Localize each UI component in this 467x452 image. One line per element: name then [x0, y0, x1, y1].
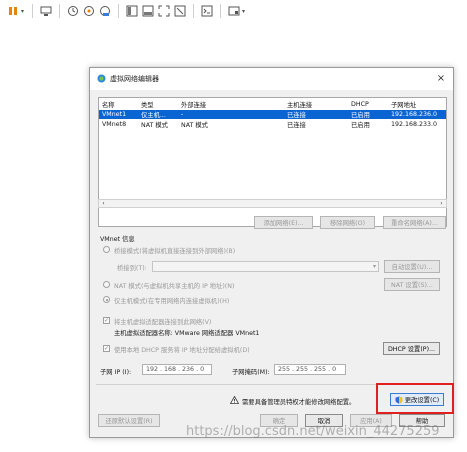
host-only-mode-radio[interactable]: [103, 296, 110, 303]
host-adapter-name: 主机虚拟适配器名称: VMware 网络适配器 VMnet1: [114, 330, 260, 337]
column-header-subnet[interactable]: 子网地址: [391, 100, 416, 109]
auto-settings-button[interactable]: 自动设置(U)...: [384, 260, 440, 273]
snapshot-restore-icon[interactable]: [82, 4, 96, 18]
cell-subnet: 192.168.236.0: [391, 111, 438, 118]
terminal-icon[interactable]: [200, 4, 214, 18]
chevron-down-icon: ▾: [372, 263, 376, 270]
close-icon[interactable]: ×: [435, 72, 447, 84]
remove-network-button[interactable]: 移除网络(O): [320, 216, 375, 229]
cell-type: NAT 模式: [141, 122, 168, 129]
rename-network-button[interactable]: 重命名网络(A)...: [383, 216, 446, 229]
bridged-mode-label: 桥接模式(将虚拟机直接连接到外部网络)(B): [114, 248, 236, 255]
cell-subnet: 192.168.233.0: [391, 121, 438, 128]
table-horizontal-scrollbar[interactable]: ‹ ›: [98, 199, 447, 208]
cell-dhcp: 已启用: [351, 122, 370, 129]
stretch-icon[interactable]: [173, 4, 187, 18]
warning-icon: [229, 395, 240, 406]
nat-settings-button[interactable]: NAT 设置(S)...: [384, 278, 440, 291]
scroll-right-icon[interactable]: ›: [437, 200, 446, 207]
column-header-dhcp[interactable]: DHCP: [351, 101, 369, 108]
cell-name: VMnet8: [102, 121, 127, 128]
host-adapter-label: 将主机虚拟适配器连接到此网络(V): [114, 319, 212, 326]
full-screen-icon[interactable]: [125, 4, 139, 18]
pause-menu-caret-icon[interactable]: ▾: [21, 8, 24, 15]
cell-host: 已连接: [287, 112, 306, 119]
bridged-to-select[interactable]: ▾: [152, 261, 379, 272]
cell-host: 已连接: [287, 122, 306, 129]
red-highlight-box: [376, 383, 454, 414]
vmware-app-icon: [97, 74, 106, 85]
column-header-type[interactable]: 类型: [141, 100, 154, 109]
table-row[interactable]: VMnet1 仅主机... - 已连接 已启用 192.168.236.0: [99, 110, 446, 119]
dhcp-label: 使用本地 DHCP 服务将 IP 地址分配给虚拟机(D): [114, 347, 250, 354]
column-header-name[interactable]: 名称: [102, 100, 115, 109]
restore-defaults-button[interactable]: 还原默认设置(R): [98, 414, 160, 427]
vm-toolbar: ▾ ▾: [0, 0, 467, 22]
toolbar-separator: [59, 4, 61, 18]
nat-mode-radio[interactable]: [103, 281, 110, 288]
dialog-titlebar: 虚拟网络编辑器 ×: [90, 68, 453, 90]
table-row[interactable]: VMnet8 NAT 模式 NAT 模式 已连接 已启用 192.168.233…: [99, 120, 446, 129]
subnet-mask-input[interactable]: 255 . 255 . 255 . 0: [274, 364, 346, 375]
view-menu-caret-icon[interactable]: ▾: [242, 8, 245, 15]
cell-external: NAT 模式: [181, 122, 208, 129]
snapshot-icon[interactable]: [66, 4, 80, 18]
snapshot-manager-icon[interactable]: [98, 4, 112, 18]
unity-icon[interactable]: [157, 4, 171, 18]
cell-external: -: [181, 111, 184, 118]
cell-type: 仅主机...: [141, 112, 166, 119]
vmnet-info-label: VMnet 信息: [100, 236, 135, 243]
subnet-ip-input[interactable]: 192 . 168 . 236 . 0: [142, 364, 212, 375]
console-view-icon[interactable]: [141, 4, 155, 18]
toolbar-separator: [193, 4, 195, 18]
host-adapter-checkbox[interactable]: ✓: [103, 317, 110, 324]
bridged-to-label: 桥接到(T):: [117, 265, 147, 272]
dhcp-checkbox[interactable]: ✓: [103, 345, 110, 352]
dhcp-settings-button[interactable]: DHCP 设置(P)...: [383, 342, 440, 355]
cell-name: VMnet1: [102, 111, 127, 118]
toolbar-separator: [32, 4, 34, 18]
send-keys-icon[interactable]: [39, 4, 53, 18]
column-header-external[interactable]: 外部连接: [181, 100, 206, 109]
subnet-mask-label: 子网掩码(M):: [232, 369, 270, 376]
admin-notice-text: 需要具备管理员特权才能修改网络配置。: [242, 399, 356, 406]
dialog-title: 虚拟网络编辑器: [110, 75, 159, 83]
watermark-text: https://blog.csdn.net/weixin_44275259: [186, 424, 440, 439]
add-network-button[interactable]: 添加网络(E)...: [254, 216, 313, 229]
table-header-row: 名称 类型 外部连接 主机连接 DHCP 子网地址: [99, 100, 446, 109]
view-icon[interactable]: [227, 4, 241, 18]
scroll-left-icon[interactable]: ‹: [99, 200, 108, 207]
column-header-host[interactable]: 主机连接: [287, 100, 312, 109]
subnet-ip-label: 子网 IP (I):: [100, 369, 132, 376]
nat-mode-label: NAT 模式(与虚拟机共享主机的 IP 地址)(N): [114, 283, 235, 290]
host-only-mode-label: 仅主机模式(在专用网络内连接虚拟机)(H): [114, 298, 230, 305]
cell-dhcp: 已启用: [351, 112, 370, 119]
pause-icon[interactable]: [6, 4, 20, 18]
bridged-mode-radio[interactable]: [103, 246, 110, 253]
toolbar-separator: [220, 4, 222, 18]
toolbar-separator: [118, 4, 120, 18]
